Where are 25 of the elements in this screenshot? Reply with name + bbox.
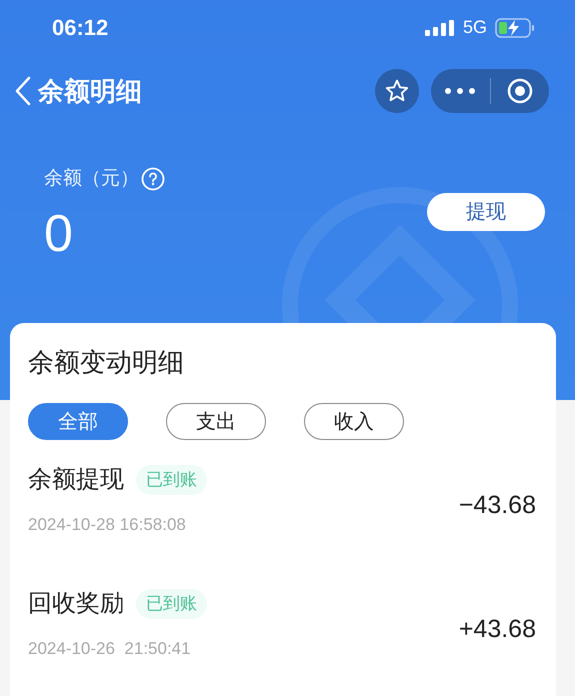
target-icon [506,78,533,104]
record-time: 2024-10-28 16:58:08 [28,514,187,536]
details-title: 余额变动明细 [28,346,185,379]
status-time: 06:12 [52,14,108,42]
back-icon[interactable] [14,76,32,106]
filter-tab[interactable]: 支出 [166,403,266,440]
record-amount: −43.68 [458,490,537,522]
withdraw-button[interactable]: 提现 [427,193,545,231]
battery-charging-icon [495,18,535,38]
record-time: 2024-10-26 21:50:41 [28,638,192,660]
more-icon [445,88,476,94]
record-title: 回收奖励 [28,589,124,619]
status-tag: 已到账 [136,589,207,619]
balance-label: 余额（元） [44,167,139,191]
balance-amount: 0 [44,208,74,260]
page-title: 余额明细 [38,74,142,108]
record-amount: +43.68 [458,614,537,646]
network-label: 5G [462,16,487,39]
filter-tab[interactable]: 全部 [28,403,128,440]
filter-tab[interactable]: 收入 [304,403,404,440]
star-icon [384,78,410,104]
status-tag: 已到账 [136,465,207,495]
record-title: 余额提现 [28,465,124,495]
signal-icon [424,20,455,36]
help-icon[interactable] [141,167,165,192]
